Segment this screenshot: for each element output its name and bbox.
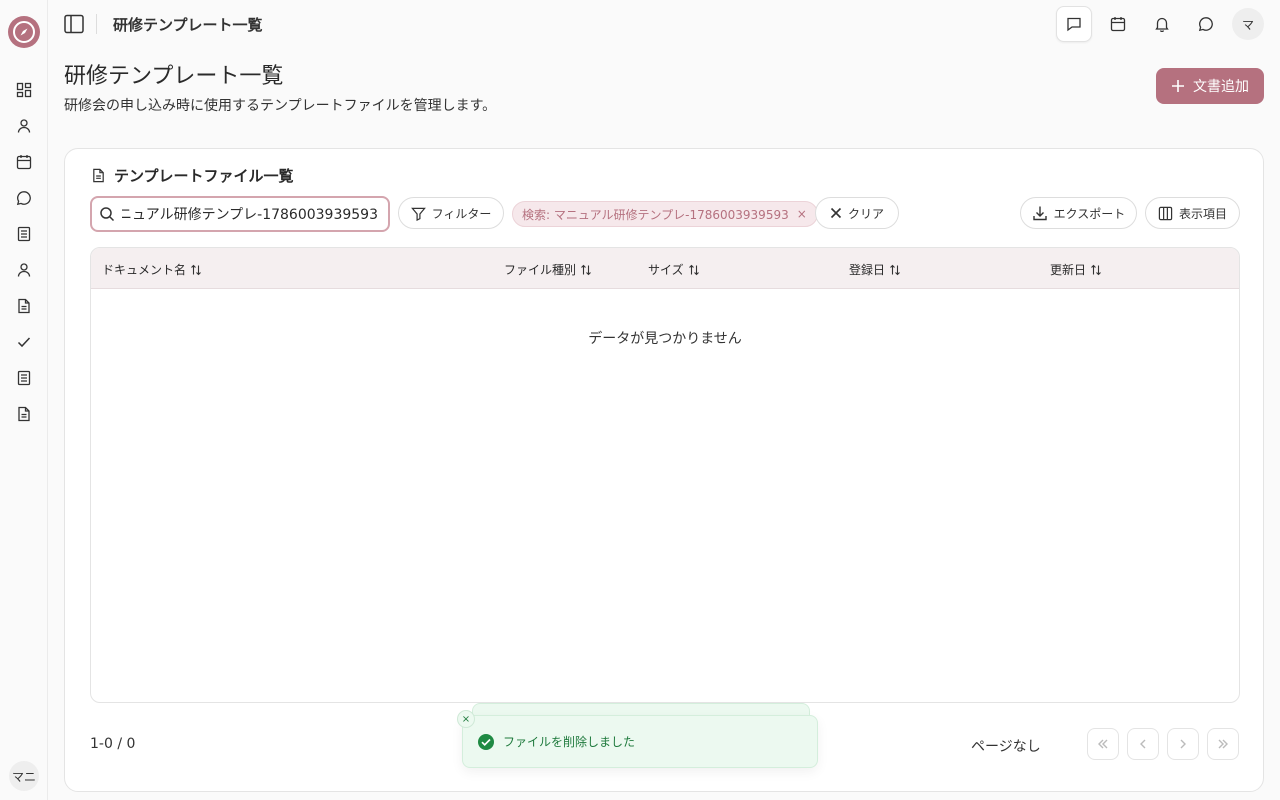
list-icon[interactable]	[14, 224, 34, 244]
columns-icon	[1158, 206, 1173, 221]
calendar-icon[interactable]	[1100, 6, 1136, 42]
account-avatar[interactable]: マ	[1232, 8, 1264, 40]
clear-button[interactable]: クリア	[815, 197, 899, 229]
add-document-button[interactable]: 文書追加	[1156, 68, 1264, 104]
document-icon[interactable]	[14, 404, 34, 424]
check-icon[interactable]	[14, 332, 34, 352]
pagination-range: 1-0 / 0	[90, 736, 136, 752]
calendar-icon[interactable]	[14, 152, 34, 172]
template-list-card: テンプレートファイル一覧 フィルター 検索: マニュアル研修テンプレ-17860…	[64, 148, 1264, 792]
column-header-document-name[interactable]: ドキュメント名	[102, 261, 202, 278]
document-icon[interactable]	[14, 296, 34, 316]
clear-label: クリア	[847, 206, 884, 221]
success-toast: ファイルを削除しました	[462, 715, 818, 768]
last-page-button[interactable]	[1207, 728, 1239, 760]
download-icon	[1032, 205, 1048, 221]
next-page-button[interactable]	[1167, 728, 1199, 760]
sort-icon	[1090, 264, 1102, 276]
sidebar: マニ	[0, 0, 48, 800]
column-header-updated-date[interactable]: 更新日	[1050, 261, 1102, 278]
chip-label: 検索: マニュアル研修テンプレ-1786003939593	[522, 207, 789, 222]
column-header-registered-date[interactable]: 登録日	[849, 261, 901, 278]
toast-message: ファイルを削除しました	[503, 735, 636, 749]
bell-icon[interactable]	[1144, 6, 1180, 42]
user-icon[interactable]	[14, 260, 34, 280]
empty-state-text: データが見つかりません	[588, 331, 742, 347]
column-header-size[interactable]: サイズ	[648, 261, 700, 278]
sort-icon	[889, 264, 901, 276]
search-icon	[92, 206, 122, 222]
filter-icon	[410, 206, 426, 221]
chevrons-right-icon	[1216, 737, 1230, 751]
search-box[interactable]	[90, 196, 390, 232]
card-title-text: テンプレートファイル一覧	[114, 167, 294, 185]
sidebar-toggle-icon[interactable]	[62, 12, 86, 36]
chevron-right-icon	[1176, 737, 1190, 751]
first-page-button[interactable]	[1087, 728, 1119, 760]
card-title: テンプレートファイル一覧	[91, 165, 294, 186]
table-header: ドキュメント名 ファイル種別 サイズ 登録日 更新日	[91, 248, 1239, 289]
close-icon	[830, 207, 842, 219]
columns-button[interactable]: 表示項目	[1145, 197, 1240, 229]
toast-close-icon[interactable]: ×	[457, 710, 475, 728]
chevrons-left-icon	[1096, 737, 1110, 751]
dashboard-icon[interactable]	[14, 80, 34, 100]
chip-remove-icon[interactable]: ×	[797, 207, 807, 221]
sort-icon	[190, 264, 202, 276]
plus-icon	[1171, 79, 1185, 93]
message-icon[interactable]	[1188, 6, 1224, 42]
export-button[interactable]: エクスポート	[1020, 197, 1137, 229]
message-icon[interactable]	[14, 188, 34, 208]
document-icon	[91, 168, 106, 183]
user-icon[interactable]	[14, 116, 34, 136]
export-label: エクスポート	[1053, 206, 1126, 221]
check-circle-icon	[477, 733, 495, 751]
columns-label: 表示項目	[1178, 206, 1227, 221]
sort-icon	[580, 264, 592, 276]
sort-icon	[688, 264, 700, 276]
add-document-label: 文書追加	[1193, 79, 1249, 95]
search-input[interactable]	[122, 206, 378, 222]
compass-logo-icon[interactable]	[8, 16, 40, 48]
topbar-title: 研修テンプレート一覧	[113, 16, 263, 34]
chat-square-icon[interactable]	[1056, 6, 1092, 42]
search-filter-chip: 検索: マニュアル研修テンプレ-1786003939593 ×	[512, 201, 818, 227]
page-subtitle: 研修会の申し込み時に使用するテンプレートファイルを管理します。	[64, 98, 497, 114]
page-title: 研修テンプレート一覧	[64, 64, 284, 89]
topbar-divider	[96, 14, 97, 34]
pagination-page-text: ページなし	[971, 739, 1041, 755]
filter-label: フィルター	[431, 206, 492, 221]
template-table: ドキュメント名 ファイル種別 サイズ 登録日 更新日 データが見つかりません	[90, 247, 1240, 703]
filter-button[interactable]: フィルター	[398, 197, 504, 229]
column-header-file-type[interactable]: ファイル種別	[504, 261, 592, 278]
chevron-left-icon	[1136, 737, 1150, 751]
prev-page-button[interactable]	[1127, 728, 1159, 760]
list-icon[interactable]	[14, 368, 34, 388]
user-avatar[interactable]: マニ	[9, 761, 39, 791]
